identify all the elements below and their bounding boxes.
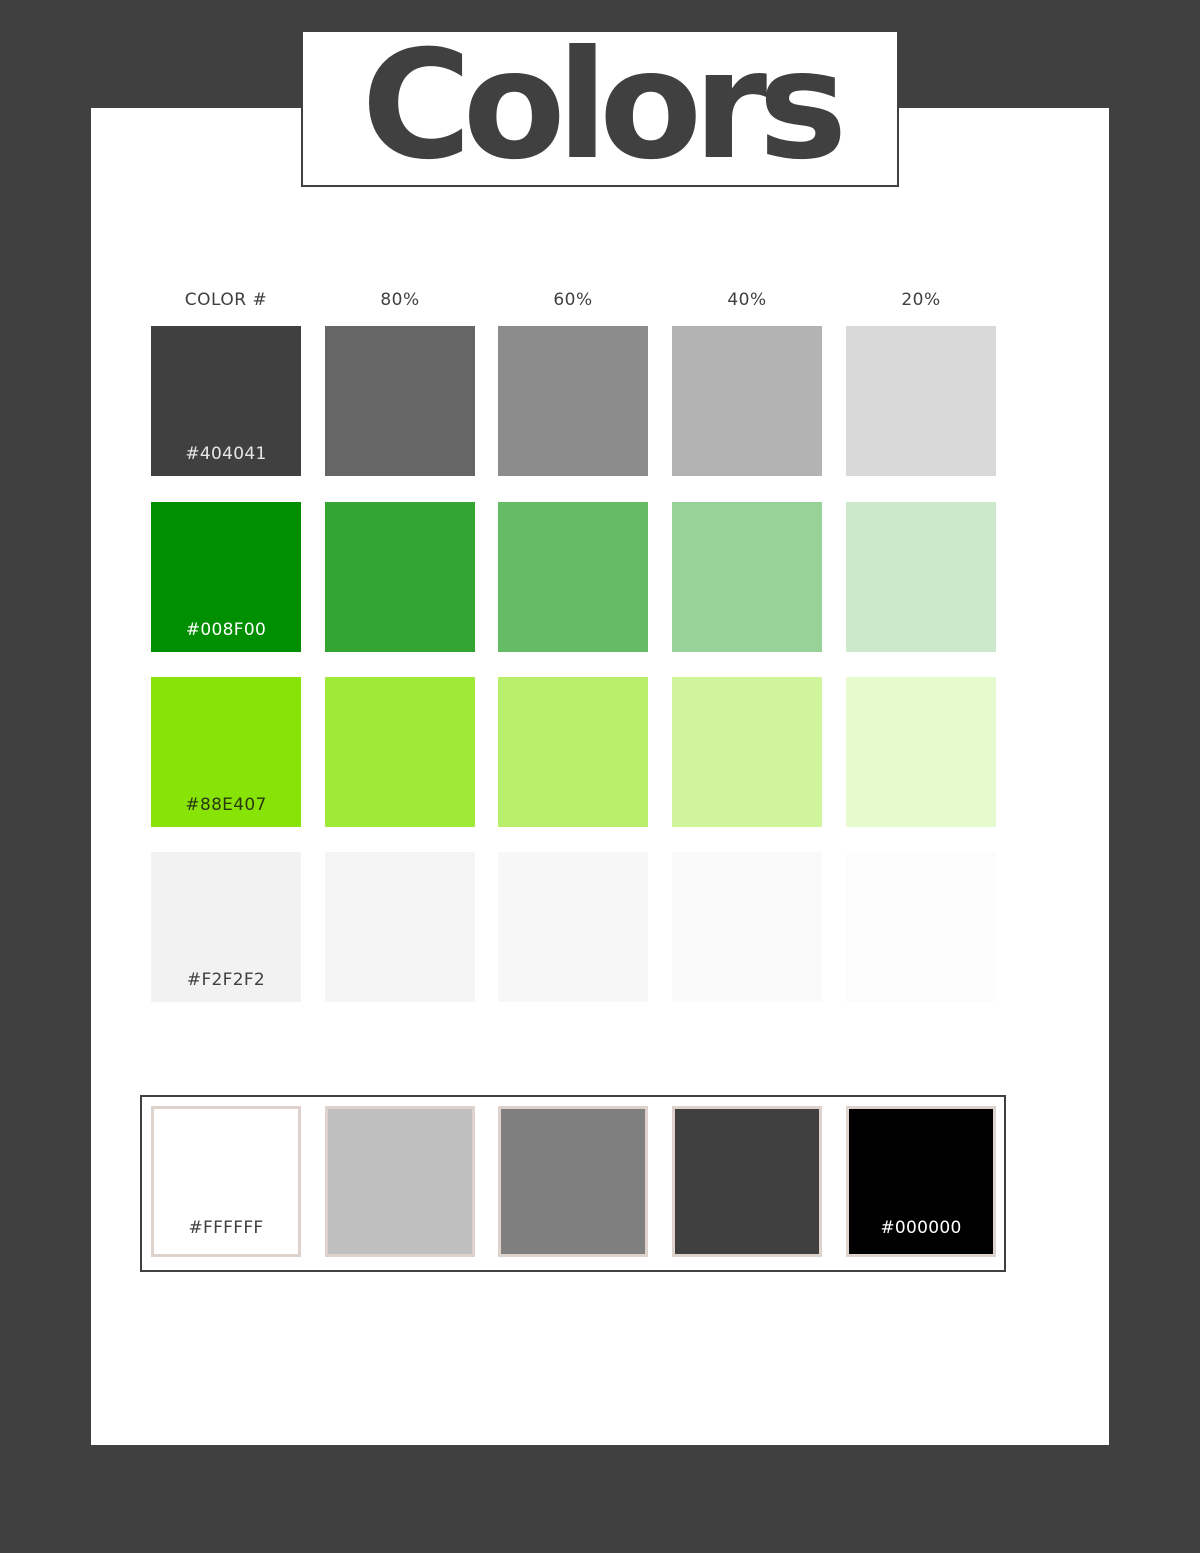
color-swatch bbox=[672, 326, 822, 476]
color-swatch: #F2F2F2 bbox=[151, 852, 301, 1002]
color-swatch bbox=[325, 677, 475, 827]
swatch-hex-label: #404041 bbox=[185, 444, 267, 464]
color-swatch bbox=[325, 852, 475, 1002]
title-box: Colors bbox=[301, 30, 899, 187]
swatch-hex-label: #008F00 bbox=[185, 620, 267, 640]
color-swatch: #404041 bbox=[151, 326, 301, 476]
color-swatch bbox=[498, 326, 648, 476]
page-title: Colors bbox=[361, 30, 848, 187]
color-swatch bbox=[672, 677, 822, 827]
column-header: 20% bbox=[901, 290, 941, 310]
color-swatch bbox=[498, 852, 648, 1002]
color-swatch bbox=[846, 677, 996, 827]
column-header: 80% bbox=[380, 290, 420, 310]
color-swatch bbox=[672, 502, 822, 652]
neutral-swatch bbox=[325, 1106, 475, 1257]
column-header: 40% bbox=[727, 290, 767, 310]
color-swatch bbox=[325, 502, 475, 652]
neutral-swatch bbox=[498, 1106, 648, 1257]
color-swatch bbox=[498, 677, 648, 827]
color-swatch bbox=[325, 326, 475, 476]
column-header: 60% bbox=[553, 290, 593, 310]
color-swatch: #88E407 bbox=[151, 677, 301, 827]
color-swatch: #008F00 bbox=[151, 502, 301, 652]
color-swatch bbox=[846, 502, 996, 652]
neutral-swatch: #000000 bbox=[846, 1106, 996, 1257]
swatch-hex-label: #F2F2F2 bbox=[186, 970, 266, 990]
neutral-swatch bbox=[672, 1106, 822, 1257]
neutral-hex-label: #FFFFFF bbox=[188, 1218, 264, 1238]
column-header: COLOR # bbox=[184, 290, 268, 310]
color-swatch bbox=[498, 502, 648, 652]
color-swatch bbox=[846, 852, 996, 1002]
neutral-hex-label: #000000 bbox=[880, 1218, 962, 1238]
color-swatch bbox=[846, 326, 996, 476]
swatch-hex-label: #88E407 bbox=[185, 795, 267, 815]
neutral-swatch: #FFFFFF bbox=[151, 1106, 301, 1257]
color-swatch bbox=[672, 852, 822, 1002]
